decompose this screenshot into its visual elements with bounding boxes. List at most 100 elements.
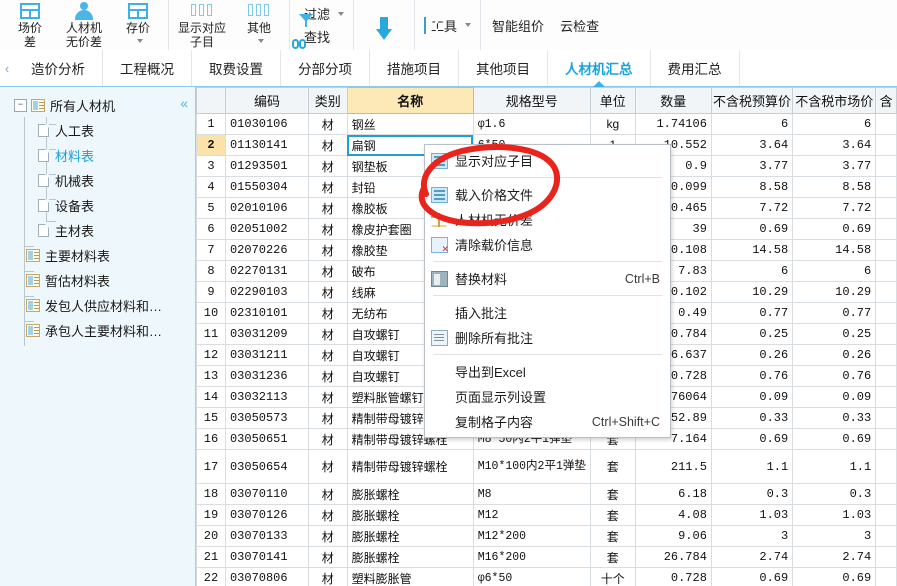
cell-category[interactable]: 材 <box>307 344 348 366</box>
cell-code[interactable]: 03050654 <box>224 449 309 484</box>
table-row[interactable]: 18 03070110 材膨胀螺栓 M8 套 6.18 0.3 0.3 <box>196 483 897 505</box>
cell-market-price[interactable]: 1.1 <box>792 449 877 484</box>
cell-rownum[interactable]: 6 <box>196 218 226 240</box>
tab-fee-settings[interactable]: 取费设置 <box>192 50 281 86</box>
menu-item-1[interactable]: 显示对应子目 <box>425 148 670 173</box>
cell-budget-price[interactable]: 0.26 <box>710 344 794 366</box>
cell-extra[interactable] <box>875 407 897 429</box>
cell-spec[interactable]: M16*200 <box>472 546 591 568</box>
tree-node-major-materials[interactable]: 主要材料表 <box>0 243 195 268</box>
cell-market-price[interactable]: 0.3 <box>792 483 877 505</box>
cell-category[interactable]: 材 <box>307 281 348 303</box>
cell-extra[interactable] <box>875 281 897 303</box>
cell-rownum[interactable]: 4 <box>196 176 226 198</box>
cell-code[interactable]: 03070110 <box>224 483 309 505</box>
menu-item-8[interactable]: 导出到Excel <box>425 359 670 384</box>
cell-market-price[interactable]: 0.69 <box>792 567 877 586</box>
cell-extra[interactable] <box>875 218 897 240</box>
tab-rcj-summary[interactable]: 人材机汇总 <box>548 50 651 86</box>
cell-rownum[interactable]: 7 <box>196 239 226 261</box>
cell-market-price[interactable]: 2.74 <box>792 546 877 568</box>
cell-extra[interactable] <box>875 176 897 198</box>
column-header-unit[interactable]: 单位 <box>589 87 636 114</box>
context-menu[interactable]: 显示对应子目载入价格文件人材机无价差清除载价信息替换材料 Ctrl+B 插入批注删除… <box>424 144 671 438</box>
cell-unit[interactable]: kg <box>589 113 636 135</box>
cell-quantity[interactable]: 211.5 <box>634 449 712 484</box>
cell-extra[interactable] <box>875 525 897 547</box>
menu-item-5[interactable]: 替换材料 Ctrl+B <box>425 266 670 291</box>
cell-rownum[interactable]: 20 <box>196 525 226 547</box>
tree-node-contractor-major-materials[interactable]: 承包人主要材料和… <box>0 318 195 343</box>
menu-item-4[interactable]: 清除载价信息 <box>425 232 670 257</box>
cell-market-price[interactable]: 1.03 <box>792 504 877 526</box>
cell-unit[interactable]: 套 <box>589 483 636 505</box>
chevron-down-icon[interactable] <box>134 35 143 47</box>
tree-node-labor-table[interactable]: 人工表 <box>0 118 195 143</box>
tab-project-overview[interactable]: 工程概况 <box>103 50 192 86</box>
cell-spec[interactable]: φ1.6 <box>472 113 591 135</box>
cell-code[interactable]: 02290103 <box>224 281 309 303</box>
cell-rownum[interactable]: 1 <box>196 113 226 135</box>
cell-extra[interactable] <box>875 260 897 282</box>
column-header-market-price[interactable]: 不含税市场价 <box>792 87 877 114</box>
column-header-spec[interactable]: 规格型号 <box>472 87 591 114</box>
table-row[interactable]: 17 03050654 材精制带母镀锌螺栓 M10*100内2平1弹垫套 211.5 1.… <box>196 449 897 484</box>
cell-code[interactable]: 02010106 <box>224 197 309 219</box>
cell-market-price[interactable]: 0.26 <box>792 344 877 366</box>
column-header-category[interactable]: 类别 <box>307 87 348 114</box>
cell-name[interactable]: 膨胀螺栓 <box>346 525 474 547</box>
cell-code[interactable]: 03070126 <box>224 504 309 526</box>
column-header-budget-price[interactable]: 不含税预算价 <box>710 87 794 114</box>
cell-name[interactable]: 钢丝 <box>346 113 474 135</box>
cell-code[interactable]: 03050651 <box>224 428 309 450</box>
cell-code[interactable]: 01550304 <box>224 176 309 198</box>
cell-market-price[interactable]: 0.76 <box>792 365 877 387</box>
cell-category[interactable]: 材 <box>307 113 348 135</box>
cell-market-price[interactable]: 8.58 <box>792 176 877 198</box>
cell-rownum[interactable]: 3 <box>196 155 226 177</box>
cell-budget-price[interactable]: 0.69 <box>710 218 794 240</box>
cell-extra[interactable] <box>875 546 897 568</box>
cell-code[interactable]: 03032113 <box>224 386 309 408</box>
cell-rownum[interactable]: 9 <box>196 281 226 303</box>
tab-measure-items[interactable]: 措施项目 <box>370 50 459 86</box>
cell-name[interactable]: 膨胀螺栓 <box>346 546 474 568</box>
table-row[interactable]: 19 03070126 材膨胀螺栓 M12 套 4.08 1.03 1.03 <box>196 504 897 526</box>
tab-other-items[interactable]: 其他项目 <box>459 50 548 86</box>
cell-budget-price[interactable]: 6 <box>710 260 794 282</box>
column-header-rownum[interactable] <box>196 87 226 114</box>
table-row[interactable]: 20 03070133 材膨胀螺栓 M12*200 套 9.06 3 3 <box>196 525 897 547</box>
cell-rownum[interactable]: 2 <box>196 134 226 156</box>
cell-extra[interactable] <box>875 239 897 261</box>
cell-quantity[interactable]: 6.18 <box>634 483 712 505</box>
cell-category[interactable]: 材 <box>307 239 348 261</box>
cell-name[interactable]: 精制带母镀锌螺栓 <box>346 449 474 484</box>
cell-market-price[interactable]: 0.09 <box>792 386 877 408</box>
tree-node-all-resources[interactable]: − 所有人材机 <box>0 93 195 118</box>
cell-rownum[interactable]: 21 <box>196 546 226 568</box>
cell-code[interactable]: 01030106 <box>224 113 309 135</box>
cell-extra[interactable] <box>875 504 897 526</box>
chevron-down-icon[interactable] <box>465 23 472 27</box>
cell-rownum[interactable]: 11 <box>196 323 226 345</box>
cell-rownum[interactable]: 8 <box>196 260 226 282</box>
cell-rownum[interactable]: 5 <box>196 197 226 219</box>
cell-extra[interactable] <box>875 197 897 219</box>
cell-category[interactable]: 材 <box>307 176 348 198</box>
cell-budget-price[interactable]: 7.72 <box>710 197 794 219</box>
cell-market-price[interactable]: 0.77 <box>792 302 877 324</box>
tree-node-estimated-materials[interactable]: 暂估材料表 <box>0 268 195 293</box>
ribbon-button-tool[interactable]: 工具 <box>424 14 472 37</box>
cell-market-price[interactable]: 3.77 <box>792 155 877 177</box>
cell-extra[interactable] <box>875 428 897 450</box>
cell-rownum[interactable]: 22 <box>196 567 226 586</box>
cell-quantity[interactable]: 26.784 <box>634 546 712 568</box>
tree-node-machinery-table[interactable]: 机械表 <box>0 168 195 193</box>
cell-code[interactable]: 02070226 <box>224 239 309 261</box>
cell-category[interactable]: 材 <box>307 302 348 324</box>
cell-market-price[interactable]: 6 <box>792 113 877 135</box>
tree-node-equipment-table[interactable]: 设备表 <box>0 193 195 218</box>
cell-category[interactable]: 材 <box>307 407 348 429</box>
menu-item-10[interactable]: 复制格子内容 Ctrl+Shift+C <box>425 409 670 434</box>
cell-market-price[interactable]: 10.29 <box>792 281 877 303</box>
